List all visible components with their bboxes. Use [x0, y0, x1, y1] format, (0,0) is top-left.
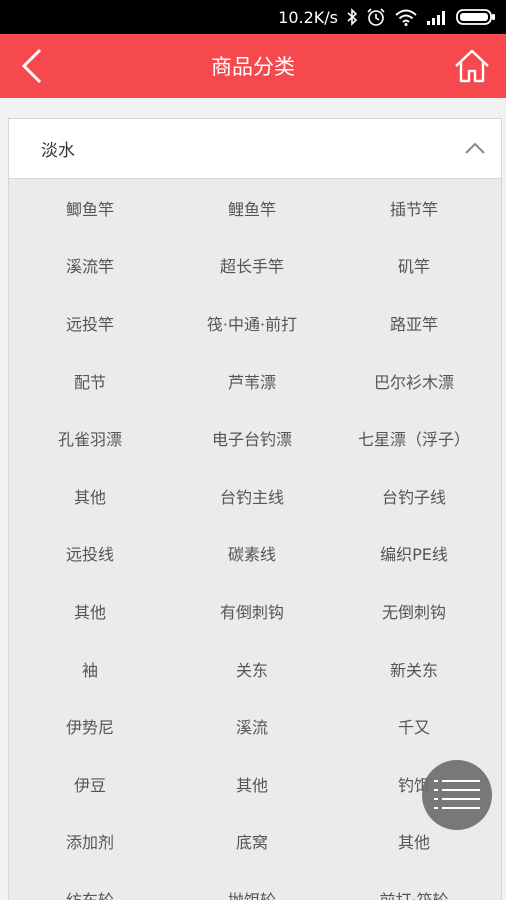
battery-icon [456, 8, 496, 26]
subcategory-item[interactable]: 前打·筏轮 [333, 870, 495, 900]
subcategory-item[interactable]: 超长手竿 [171, 237, 333, 295]
subcategory-item[interactable]: 溪流 [171, 697, 333, 755]
subcategory-item[interactable]: 鲫鱼竿 [9, 179, 171, 237]
subcategory-item[interactable]: 其他 [9, 467, 171, 525]
subcategory-item[interactable]: 芦苇漂 [171, 352, 333, 410]
subcategory-item[interactable]: 碳素线 [171, 525, 333, 583]
status-bar: 10.2K/s [0, 0, 506, 34]
subcategory-item[interactable]: 鲤鱼竿 [171, 179, 333, 237]
subcategory-item[interactable]: 插节竿 [333, 179, 495, 237]
title-bar: 商品分类 [0, 34, 506, 98]
subcategory-item[interactable]: 溪流竿 [9, 237, 171, 295]
subcategory-item[interactable]: 电子台钓漂 [171, 409, 333, 467]
signal-icon [426, 9, 448, 25]
subcategory-item[interactable]: 配节 [9, 352, 171, 410]
subcategory-item[interactable]: 七星漂（浮子） [333, 409, 495, 467]
chevron-up-icon [465, 142, 485, 154]
back-button[interactable] [12, 46, 52, 86]
list-menu-icon [434, 780, 480, 809]
subcategory-item[interactable]: 远投竿 [9, 294, 171, 352]
subcategory-item[interactable]: 台钓子线 [333, 467, 495, 525]
chevron-left-icon [21, 48, 42, 84]
menu-fab-button[interactable] [422, 760, 492, 830]
subcategory-item[interactable]: 有倒刺钩 [171, 582, 333, 640]
subcategory-item[interactable]: 袖 [9, 640, 171, 698]
network-speed: 10.2K/s [278, 7, 338, 27]
category-label: 淡水 [41, 141, 75, 161]
subcategory-item[interactable]: 伊豆 [9, 755, 171, 813]
subcategory-item[interactable]: 其他 [9, 582, 171, 640]
subcategory-item[interactable]: 巴尔衫木漂 [333, 352, 495, 410]
home-icon [455, 49, 489, 83]
bluetooth-icon [346, 8, 358, 26]
subcategory-item[interactable]: 远投线 [9, 525, 171, 583]
subcategory-item[interactable]: 筏·中通·前打 [171, 294, 333, 352]
subcategory-item[interactable]: 其他 [171, 755, 333, 813]
alarm-icon [366, 7, 386, 27]
subcategory-item[interactable]: 矶竿 [333, 237, 495, 295]
subcategory-item[interactable]: 千又 [333, 697, 495, 755]
category-header[interactable]: 淡水 [9, 119, 501, 179]
subcategory-item[interactable]: 纺车轮 [9, 870, 171, 900]
subcategory-item[interactable]: 伊势尼 [9, 697, 171, 755]
subcategory-item[interactable]: 抛饵轮 [171, 870, 333, 900]
subcategory-item[interactable]: 台钓主线 [171, 467, 333, 525]
subcategory-item[interactable]: 孔雀羽漂 [9, 409, 171, 467]
home-button[interactable] [450, 44, 494, 88]
subcategory-item[interactable]: 路亚竿 [333, 294, 495, 352]
wifi-icon [394, 8, 418, 26]
subcategory-item[interactable]: 无倒刺钩 [333, 582, 495, 640]
subcategory-item[interactable]: 底窝 [171, 813, 333, 871]
subcategory-item[interactable]: 添加剂 [9, 813, 171, 871]
subcategory-item[interactable]: 编织PE线 [333, 525, 495, 583]
subcategory-item[interactable]: 新关东 [333, 640, 495, 698]
page-title: 商品分类 [211, 55, 295, 79]
subcategory-item[interactable]: 关东 [171, 640, 333, 698]
